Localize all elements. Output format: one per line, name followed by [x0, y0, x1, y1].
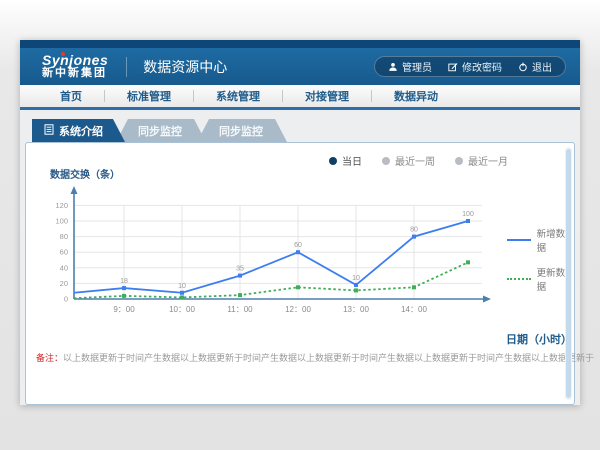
main-nav: 首页标准管理系统管理对接管理数据异动 — [20, 85, 580, 110]
nav-item-home[interactable]: 首页 — [38, 88, 104, 104]
nav-item-data-change[interactable]: 数据异动 — [372, 88, 460, 104]
tab-label: 同步监控 — [219, 123, 263, 139]
x-tick-label: 14：00 — [401, 305, 427, 314]
data-point — [466, 260, 470, 264]
legend-line-swatch — [507, 278, 531, 280]
data-point — [180, 291, 184, 295]
content-area: 系统介绍 同步监控 同步监控 当日 最近一周 最近一月 数据交换（条） 0 20 40 60 8… — [20, 110, 580, 405]
admin-user-button[interactable]: 管理员 — [388, 59, 432, 74]
y-tick-label: 20 — [60, 279, 68, 288]
logo-subtext: 新中新集团 — [42, 67, 108, 80]
line-chart: 0 20 40 60 80 100 120 9：00 10：00 11：00 12：00 13：00 1… — [34, 181, 504, 323]
radio-label: 当日 — [342, 153, 362, 168]
radio-dot-icon — [382, 157, 390, 165]
y-tick-label: 60 — [60, 248, 68, 257]
nav-item-interface-mgmt[interactable]: 对接管理 — [283, 88, 371, 104]
tab-bar: 系统介绍 同步监控 同步监控 — [32, 119, 287, 142]
logout-button[interactable]: 退出 — [518, 59, 552, 74]
data-point-label: 60 — [294, 242, 302, 249]
x-tick-label: 11：00 — [227, 305, 253, 314]
data-point-label: 35 — [236, 266, 244, 273]
radio-today[interactable]: 当日 — [329, 153, 362, 168]
user-toolbar: 管理员 修改密码 退出 — [374, 56, 566, 77]
data-point — [296, 285, 300, 289]
radio-label: 最近一周 — [395, 153, 435, 168]
data-point — [238, 293, 242, 297]
data-point — [122, 294, 126, 298]
page-title: 数据资源中心 — [126, 57, 227, 77]
radio-dot-icon — [455, 157, 463, 165]
footnote-prefix: 备注： — [36, 353, 63, 363]
app-window: Synjones 新中新集团 数据资源中心 管理员修改密码退出 首页标准管理系统… — [20, 40, 580, 405]
logo-red-dot — [61, 52, 65, 56]
chart-x-axis-title: 日期（小时） — [506, 331, 572, 347]
logo-text: Synjones — [42, 54, 108, 67]
scrollbar-thumb[interactable] — [566, 149, 571, 398]
data-point — [238, 274, 242, 278]
time-range-radio-group: 当日 最近一周 最近一月 — [329, 153, 508, 168]
change-password-button[interactable]: 修改密码 — [448, 59, 502, 74]
y-tick-label: 100 — [55, 217, 68, 226]
power-icon — [518, 62, 528, 72]
data-point-label: 10 — [352, 275, 360, 282]
data-point — [466, 219, 470, 223]
y-tick-label: 40 — [60, 263, 68, 272]
data-point — [296, 250, 300, 254]
x-tick-label: 9：00 — [113, 305, 135, 314]
data-point-label: 100 — [462, 211, 474, 218]
series-line-0 — [74, 221, 468, 293]
edit-icon — [448, 62, 458, 72]
chart-y-axis-title: 数据交换（条） — [50, 166, 120, 181]
legend-item: 新增数据 — [507, 226, 574, 254]
tab-label: 系统介绍 — [59, 123, 103, 139]
radio-last-week[interactable]: 最近一周 — [382, 153, 435, 168]
nav-item-system-mgmt[interactable]: 系统管理 — [194, 88, 282, 104]
x-tick-label: 12：00 — [285, 305, 311, 314]
chart-legend: 新增数据更新数据 — [507, 226, 574, 293]
change-password-label: 修改密码 — [462, 59, 502, 74]
radio-dot-icon — [329, 157, 337, 165]
user-icon — [388, 62, 398, 72]
legend-item: 更新数据 — [507, 265, 574, 293]
scrollbar[interactable] — [565, 147, 572, 400]
x-tick-label: 10：00 — [169, 305, 195, 314]
footnote: 备注：以上数据更新于时间产生数据以上数据更新于时间产生数据以上数据更新于时间产生… — [36, 351, 564, 364]
x-tick-label: 13：00 — [343, 305, 369, 314]
app-header: Synjones 新中新集团 数据资源中心 管理员 修改密码 退出 — [20, 48, 580, 85]
radio-label: 最近一月 — [468, 153, 508, 168]
company-logo: Synjones 新中新集团 — [42, 54, 108, 80]
data-point-label: 10 — [178, 283, 186, 290]
tab-system-intro[interactable]: 系统介绍 — [32, 119, 125, 142]
data-point — [354, 283, 358, 287]
data-point — [180, 295, 184, 299]
y-axis-arrow-icon — [71, 186, 78, 194]
tab-label: 同步监控 — [138, 123, 182, 139]
radio-last-month[interactable]: 最近一月 — [455, 153, 508, 168]
data-point-label: 18 — [120, 278, 128, 285]
content-panel: 当日 最近一周 最近一月 数据交换（条） 0 20 40 60 80 100 120 9：00 10… — [25, 142, 575, 405]
footnote-text: 以上数据更新于时间产生数据以上数据更新于时间产生数据以上数据更新于时间产生数据以… — [63, 353, 594, 363]
header-top-strip — [20, 40, 580, 48]
logout-label: 退出 — [532, 59, 552, 74]
data-point — [412, 285, 416, 289]
tab-sync-monitor-1[interactable]: 同步监控 — [116, 119, 206, 142]
admin-user-label: 管理员 — [402, 59, 432, 74]
y-tick-label: 0 — [64, 295, 68, 304]
tab-sync-monitor-2[interactable]: 同步监控 — [197, 119, 287, 142]
x-axis-arrow-icon — [483, 296, 491, 303]
document-icon — [44, 124, 54, 138]
data-point-label: 80 — [410, 227, 418, 234]
data-point — [412, 235, 416, 239]
y-tick-label: 120 — [55, 201, 68, 210]
data-point — [354, 288, 358, 292]
y-tick-label: 80 — [60, 232, 68, 241]
nav-item-standard-mgmt[interactable]: 标准管理 — [105, 88, 193, 104]
data-point — [122, 286, 126, 290]
legend-line-swatch — [507, 239, 531, 241]
